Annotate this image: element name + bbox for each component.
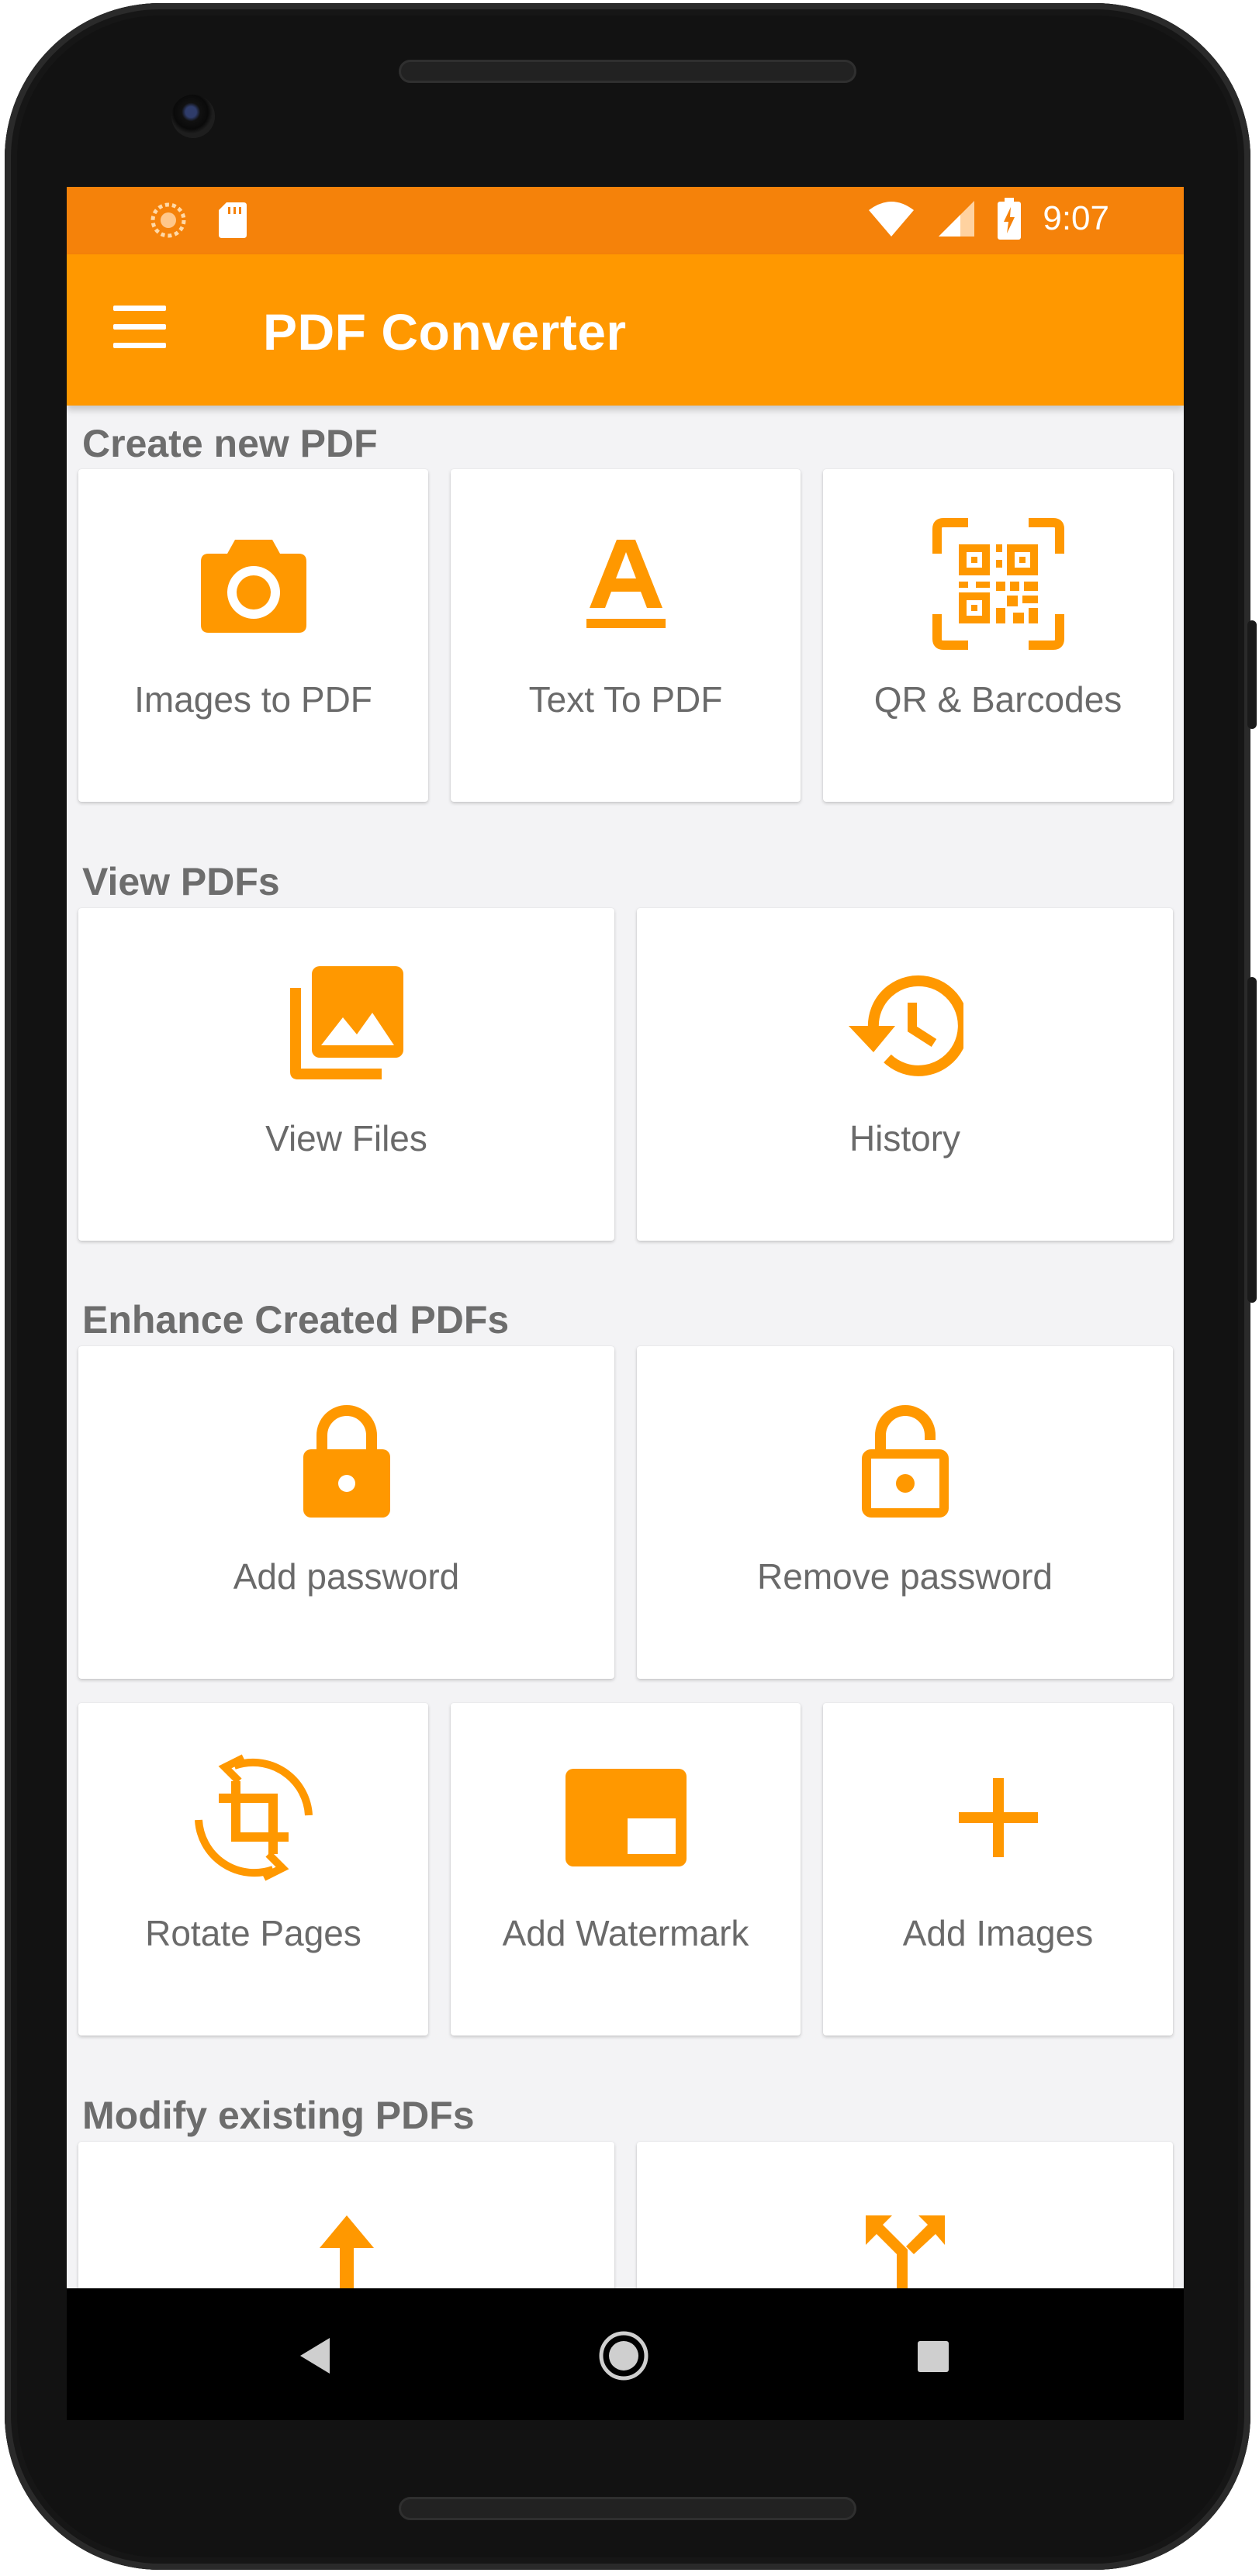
camera-icon (200, 540, 306, 633)
screen: 9:07 PDF Converter Create new PDF Images… (67, 187, 1184, 2420)
loading-icon (150, 202, 186, 238)
bottom-speaker (399, 2497, 856, 2520)
section-title-enhance: Enhance Created PDFs (82, 1298, 510, 1342)
card-add-password[interactable]: Add password (78, 1346, 614, 1679)
card-remove-password[interactable]: Remove password (637, 1346, 1173, 1679)
battery-charging-icon (998, 198, 1022, 240)
card-text-to-pdf[interactable]: Text To PDF (451, 469, 801, 802)
section-title-modify: Modify existing PDFs (82, 2094, 475, 2137)
section-title-create: Create new PDF (82, 422, 378, 465)
text-format-icon (586, 540, 666, 628)
card-qr-barcodes[interactable]: QR & Barcodes (823, 469, 1173, 802)
lock-icon (303, 1405, 390, 1518)
crop-rotate-icon (194, 1754, 313, 1881)
card-label: Rotate Pages (145, 1913, 361, 1953)
card-history[interactable]: History (637, 908, 1173, 1241)
card-label: Images to PDF (134, 679, 372, 720)
card-label: View Files (265, 1118, 427, 1159)
app-title: PDF Converter (263, 303, 627, 361)
lock-open-icon (861, 1405, 949, 1518)
card-add-watermark[interactable]: Add Watermark (451, 1703, 801, 2036)
navigation-bar (67, 2288, 1184, 2420)
status-time: 9:07 (1043, 199, 1109, 237)
history-icon (848, 975, 963, 1076)
card-label: History (849, 1118, 961, 1159)
photo-library-icon (289, 966, 403, 1079)
card-view-files[interactable]: View Files (78, 908, 614, 1241)
card-add-images[interactable]: Add Images (823, 1703, 1173, 2036)
back-triangle-icon[interactable] (297, 2336, 333, 2375)
card-rotate-pages[interactable]: Rotate Pages (78, 1703, 428, 2036)
card-label: Remove password (757, 1556, 1053, 1597)
recents-square-icon[interactable] (916, 2339, 950, 2374)
card-label: Add Watermark (502, 1913, 749, 1953)
card-label: Text To PDF (528, 679, 723, 720)
section-title-view: View PDFs (82, 860, 280, 903)
volume-button (1247, 620, 1257, 729)
top-speaker (399, 60, 856, 83)
qr-code-scan-icon (932, 518, 1064, 650)
card-label: Add password (233, 1556, 460, 1597)
card-label: QR & Barcodes (873, 679, 1122, 720)
watermark-icon (565, 1769, 687, 1866)
status-bar: 9:07 (67, 187, 1184, 254)
wifi-icon (869, 202, 915, 237)
plus-icon (958, 1778, 1038, 1857)
app-bar: PDF Converter (67, 254, 1184, 406)
card-images-to-pdf[interactable]: Images to PDF (78, 469, 428, 802)
signal-icon (939, 201, 975, 237)
front-camera (171, 95, 215, 138)
sd-card-icon (219, 202, 247, 238)
power-button (1247, 977, 1257, 1303)
hamburger-menu-icon[interactable] (113, 306, 168, 352)
card-label: Add Images (902, 1913, 1094, 1953)
home-circle-icon[interactable] (597, 2329, 650, 2382)
